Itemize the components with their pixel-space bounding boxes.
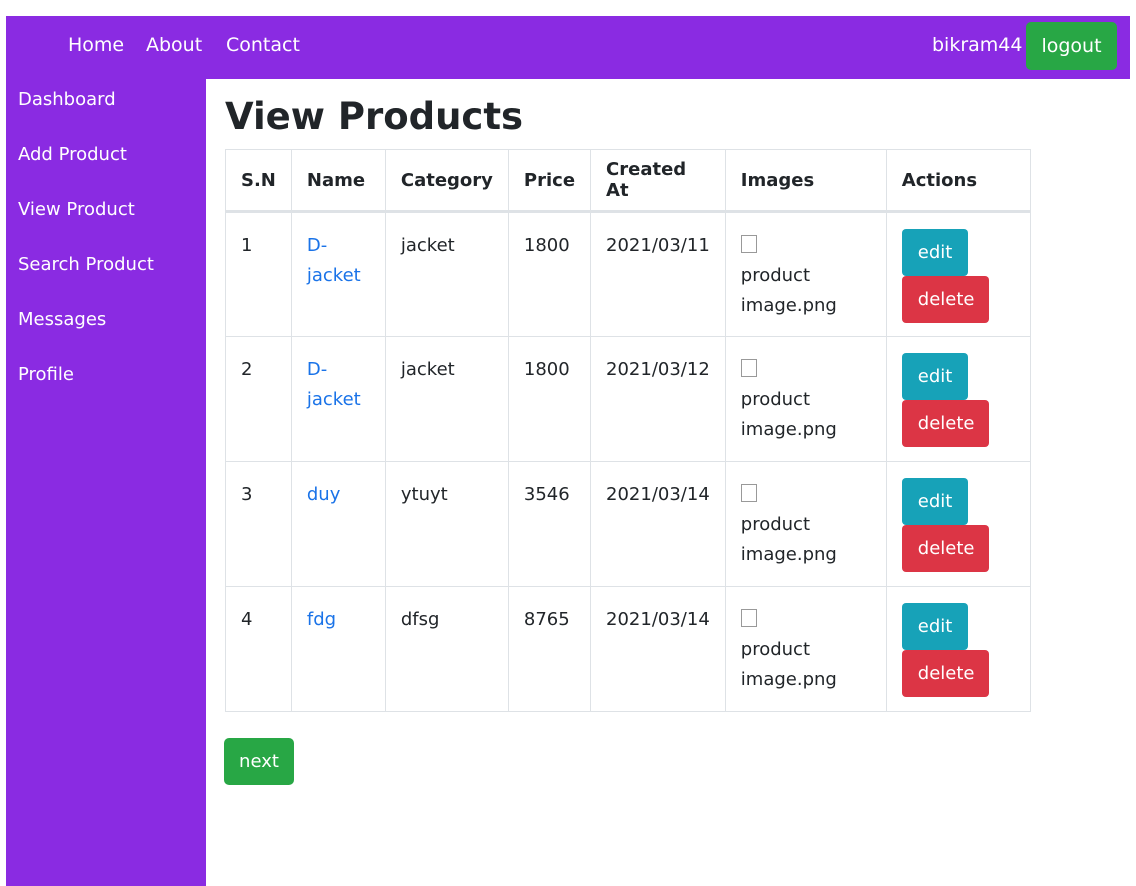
product-image-alt: product image.png: [740, 639, 837, 690]
column-header-name: Name: [290, 149, 386, 213]
edit-button[interactable]: edit: [901, 603, 968, 650]
broken-image-icon: [740, 609, 757, 627]
cell-price: 8765: [507, 586, 592, 712]
product-image-alt: product image.png: [740, 389, 837, 440]
broken-image-icon: [740, 235, 757, 253]
column-header-images: Images: [724, 149, 887, 213]
table-header-row: S.N Name Category Price Created At Image…: [225, 149, 1031, 213]
nav-home-link[interactable]: Home: [68, 33, 124, 57]
products-table: S.N Name Category Price Created At Image…: [225, 149, 1031, 712]
cell-price: 1800: [507, 211, 592, 337]
cell-created-at: 2021/03/12: [590, 336, 726, 462]
cell-sn: 2: [225, 336, 292, 462]
column-header-created-at: Created At: [590, 149, 726, 213]
sidebar-item-add-product[interactable]: Add Product: [18, 143, 127, 167]
cell-created-at: 2021/03/11: [590, 211, 726, 337]
delete-button[interactable]: delete: [901, 400, 989, 447]
cell-sn: 1: [225, 211, 292, 337]
page-title: View Products: [225, 95, 524, 138]
cell-price: 1800: [507, 336, 592, 462]
sidebar-item-profile[interactable]: Profile: [18, 363, 74, 387]
delete-button[interactable]: delete: [901, 276, 989, 323]
edit-button[interactable]: edit: [901, 353, 968, 400]
table-row: 3 duy ytuyt 3546 2021/03/14 product imag…: [225, 461, 1031, 587]
next-page-button[interactable]: next: [224, 738, 294, 785]
cell-price: 3546: [507, 461, 592, 587]
username-label: bikram44: [932, 34, 1023, 56]
cell-category: dfsg: [384, 586, 509, 712]
product-name-link[interactable]: D-jacket: [307, 235, 361, 286]
column-header-sn: S.N: [225, 149, 292, 213]
cell-category: jacket: [384, 336, 509, 462]
column-header-actions: Actions: [885, 149, 1031, 213]
product-name-link[interactable]: duy: [307, 484, 341, 505]
logout-button[interactable]: logout: [1026, 22, 1117, 70]
cell-category: jacket: [384, 211, 509, 337]
cell-sn: 3: [225, 461, 292, 587]
cell-category: ytuyt: [384, 461, 509, 587]
table-row: 4 fdg dfsg 8765 2021/03/14 product image…: [225, 586, 1031, 712]
product-name-link[interactable]: D-jacket: [307, 359, 361, 410]
nav-contact-link[interactable]: Contact: [226, 33, 300, 57]
cell-created-at: 2021/03/14: [590, 586, 726, 712]
column-header-category: Category: [384, 149, 509, 213]
sidebar-item-messages[interactable]: Messages: [18, 308, 106, 332]
column-header-price: Price: [507, 149, 592, 213]
sidebar: Dashboard Add Product View Product Searc…: [6, 79, 206, 886]
sidebar-item-search-product[interactable]: Search Product: [18, 253, 154, 277]
table-row: 1 D-jacket jacket 1800 2021/03/11 produc…: [225, 211, 1031, 337]
delete-button[interactable]: delete: [901, 650, 989, 697]
cell-sn: 4: [225, 586, 292, 712]
sidebar-item-dashboard[interactable]: Dashboard: [18, 88, 116, 112]
broken-image-icon: [740, 359, 757, 377]
edit-button[interactable]: edit: [901, 229, 968, 276]
delete-button[interactable]: delete: [901, 525, 989, 572]
broken-image-icon: [740, 484, 757, 502]
edit-button[interactable]: edit: [901, 478, 968, 525]
product-image-alt: product image.png: [740, 514, 837, 565]
top-navbar: Home About Contact bikram44 logout: [6, 16, 1130, 79]
product-image-alt: product image.png: [740, 265, 837, 316]
cell-created-at: 2021/03/14: [590, 461, 726, 587]
sidebar-item-view-product[interactable]: View Product: [18, 198, 135, 222]
nav-about-link[interactable]: About: [146, 33, 202, 57]
table-row: 2 D-jacket jacket 1800 2021/03/12 produc…: [225, 336, 1031, 462]
product-name-link[interactable]: fdg: [307, 609, 336, 630]
